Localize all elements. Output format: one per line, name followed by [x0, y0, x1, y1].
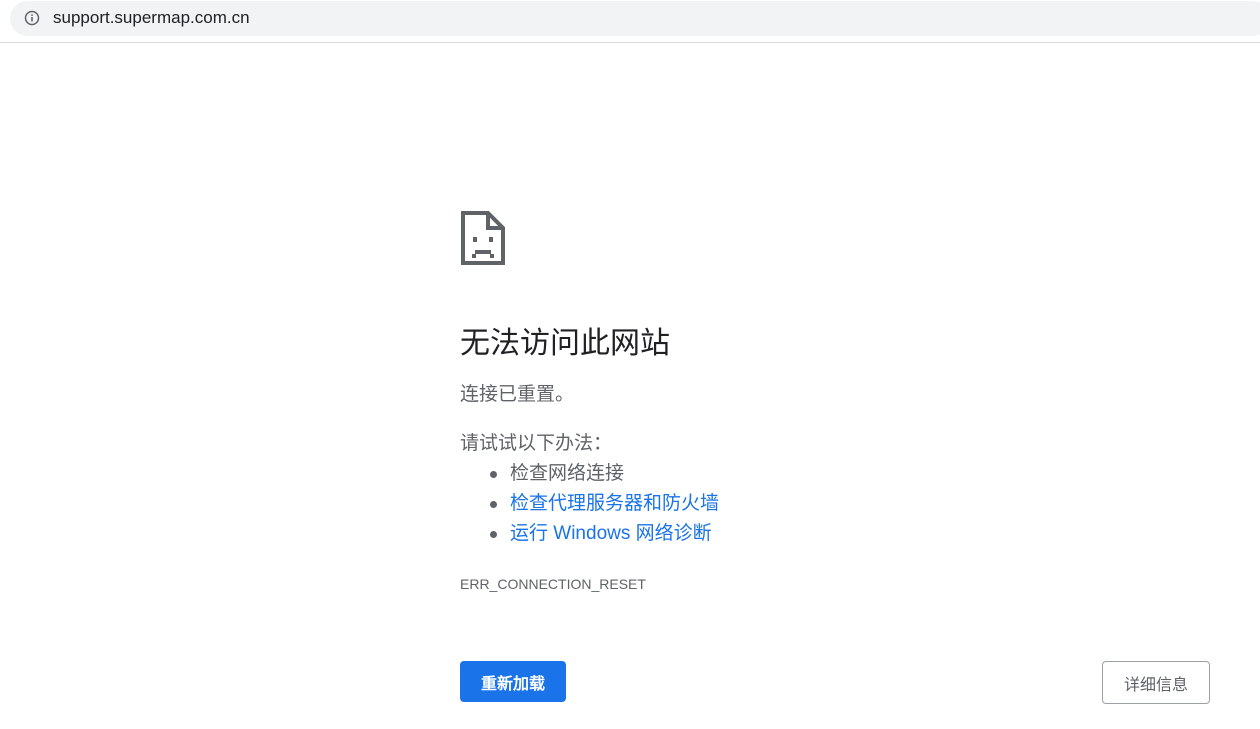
suggestions-list: 检查网络连接 检查代理服务器和防火墙 运行 Windows 网络诊断: [460, 462, 719, 552]
omnibox[interactable]: support.supermap.com.cn: [10, 1, 1260, 36]
info-icon[interactable]: [24, 10, 40, 26]
suggestion-check-network: 检查网络连接: [460, 462, 719, 492]
suggestion-windows-diagnostics-link[interactable]: 运行 Windows 网络诊断: [460, 522, 719, 552]
suggestions-heading: 请试试以下办法：: [460, 433, 613, 454]
details-button[interactable]: 详细信息: [1102, 661, 1210, 704]
suggestion-check-proxy-link[interactable]: 检查代理服务器和防火墙: [460, 492, 719, 522]
error-subtitle: 连接已重置。: [460, 384, 575, 405]
page-title: 无法访问此网站: [460, 327, 670, 360]
sad-page-icon: [460, 210, 506, 266]
reload-button[interactable]: 重新加载: [460, 661, 566, 702]
address-bar: support.supermap.com.cn: [0, 0, 1260, 43]
url-text[interactable]: support.supermap.com.cn: [53, 8, 250, 28]
error-code: ERR_CONNECTION_RESET: [460, 576, 646, 592]
